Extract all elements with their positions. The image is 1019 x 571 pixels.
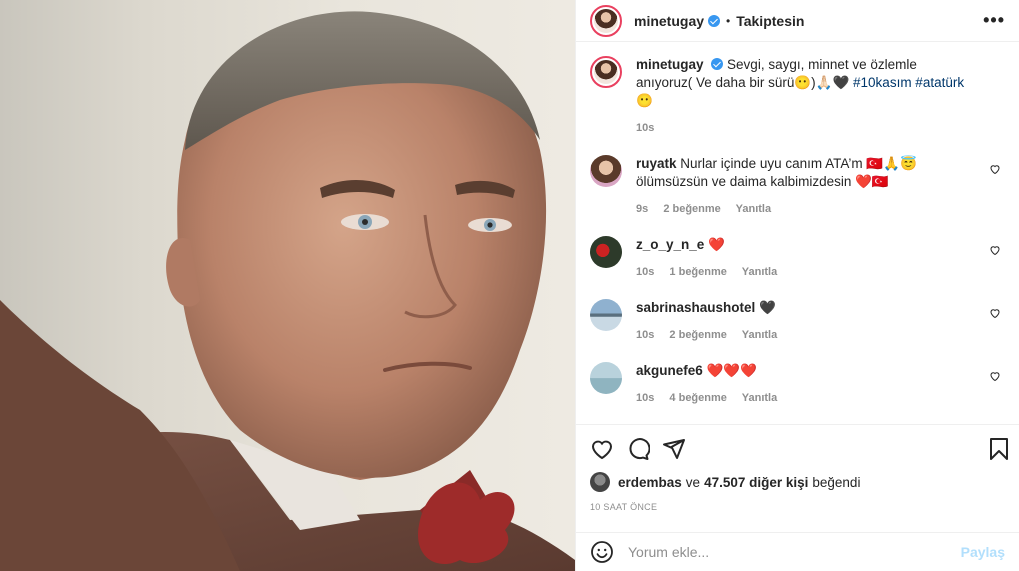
comment-username[interactable]: ruyatk (636, 156, 677, 171)
likes-suffix: beğendi (812, 474, 861, 490)
author-avatar[interactable] (590, 4, 622, 37)
comment-time[interactable]: 10s (636, 392, 654, 404)
add-comment-bar: Paylaş (576, 532, 1019, 571)
heart-icon[interactable] (989, 163, 1001, 175)
verified-badge-icon (711, 58, 724, 70)
caption-username[interactable]: minetugay (636, 57, 704, 72)
heart-icon[interactable] (989, 244, 1001, 256)
caption-avatar[interactable] (590, 56, 622, 88)
following-button[interactable]: Takiptesin (736, 13, 804, 29)
comments-list[interactable]: minetugay Sevgi, saygı, minnet ve özleml… (576, 56, 1019, 424)
caption: minetugay Sevgi, saygı, minnet ve özleml… (590, 56, 1005, 137)
commenter-avatar[interactable] (590, 155, 622, 187)
comment-username[interactable]: akgunefe6 (636, 363, 703, 378)
comment-text: 🖤 (759, 300, 776, 315)
reply-button[interactable]: Yanıtla (736, 203, 771, 215)
comment-input[interactable] (628, 544, 961, 560)
comment-likes[interactable]: 1 beğenme (669, 266, 726, 278)
comment-time[interactable]: 10s (636, 329, 654, 341)
heart-icon[interactable] (989, 370, 1001, 382)
comment-item: z_o_y_n_e ❤️ 10s 1 beğenme Yanıtla (590, 236, 1005, 281)
likes-and: ve (685, 474, 701, 490)
comment-time[interactable]: 10s (636, 266, 654, 278)
liker-username[interactable]: erdembas (618, 475, 682, 490)
bookmark-icon[interactable] (987, 437, 1011, 461)
commenter-avatar[interactable] (590, 299, 622, 331)
comment-item: sabrinashaushotel 🖤 10s 2 beğenme Yanıtl… (590, 299, 1005, 344)
comment-text: ❤️❤️❤️ (706, 363, 757, 378)
comment-time[interactable]: 9s (636, 203, 648, 215)
comment-username[interactable]: z_o_y_n_e (636, 237, 704, 252)
portrait-illustration (0, 11, 575, 571)
reply-button[interactable]: Yanıtla (742, 392, 777, 404)
share-icon[interactable] (662, 437, 686, 461)
caption-trailing: 😶 (636, 93, 653, 108)
comment-likes[interactable]: 2 beğenme (669, 329, 726, 341)
verified-badge-icon (708, 14, 721, 27)
commenter-avatar[interactable] (590, 362, 622, 394)
liker-avatar[interactable] (590, 472, 610, 492)
caption-time[interactable]: 10s (636, 122, 654, 134)
comment-item: ruyatk Nurlar içinde uyu canım ATA’m 🇹🇷🙏… (590, 155, 1005, 218)
likes-summary: erdembas ve 47.507 diğer kişi beğendi (590, 472, 860, 492)
emoji-icon[interactable] (590, 540, 614, 564)
comment-item: akgunefe6 ❤️❤️❤️ 10s 4 beğenme Yanıtla (590, 362, 1005, 407)
reply-button[interactable]: Yanıtla (742, 266, 777, 278)
comment-text: ❤️ (708, 237, 725, 252)
post-sidebar: minetugay • Takiptesin ••• minetugay Sev… (575, 0, 1019, 571)
action-bar (576, 424, 1019, 470)
comment-text: Nurlar içinde uyu canım ATA’m 🇹🇷🙏😇ölümsü… (636, 156, 917, 189)
heart-icon[interactable] (989, 307, 1001, 319)
caption-hashtags[interactable]: #10kasım #atatürk (853, 75, 964, 90)
comment-likes[interactable]: 4 beğenme (669, 392, 726, 404)
post-comment-button[interactable]: Paylaş (961, 544, 1005, 560)
reply-button[interactable]: Yanıtla (742, 329, 777, 341)
more-options-icon[interactable]: ••• (983, 10, 1005, 31)
post-image[interactable] (0, 0, 575, 571)
author-username[interactable]: minetugay (634, 13, 704, 29)
comment-icon[interactable] (626, 437, 650, 461)
heart-icon[interactable] (590, 437, 614, 461)
commenter-avatar[interactable] (590, 236, 622, 268)
comment-likes[interactable]: 2 beğenme (663, 203, 720, 215)
comment-username[interactable]: sabrinashaushotel (636, 300, 755, 315)
separator-dot: • (726, 13, 731, 28)
likes-count[interactable]: 47.507 diğer kişi (704, 475, 808, 490)
post-timestamp[interactable]: 10 SAAT ÖNCE (590, 502, 657, 512)
post-header: minetugay • Takiptesin ••• (576, 0, 1019, 42)
